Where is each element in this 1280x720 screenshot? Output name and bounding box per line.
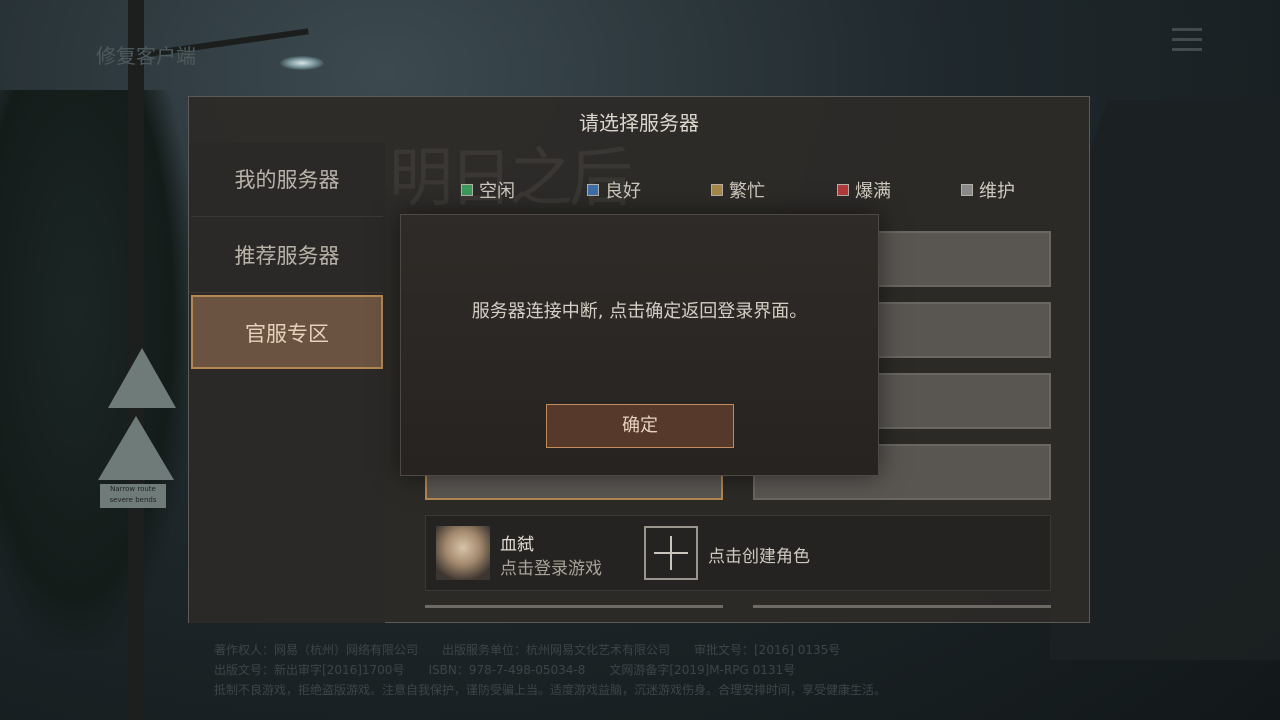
road-sign-plate: Narrow route severe bends	[100, 484, 166, 508]
legend-idle: 空闲	[461, 177, 515, 203]
character-name[interactable]: 血弑	[500, 530, 534, 555]
legend-full: 爆满	[837, 177, 891, 203]
legend-label: 繁忙	[729, 181, 765, 202]
footer-line: 著作权人：网易（杭州）网络有限公司 出版服务单位：杭州网易文化艺术有限公司 审批…	[214, 643, 841, 657]
scrollbar-left[interactable]	[425, 605, 723, 608]
legend-label: 良好	[605, 181, 641, 202]
legend-label: 空闲	[479, 181, 515, 202]
footer-line: 出版文号：新出审字[2016]1700号 ISBN：978-7-498-0503…	[214, 663, 796, 677]
legend-good: 良好	[587, 177, 641, 203]
warning-sign-icon	[108, 348, 176, 408]
legend-maintenance: 维护	[961, 177, 1015, 203]
scrollbar-right[interactable]	[753, 605, 1051, 608]
sidebar-item-my-servers[interactable]: 我的服务器	[191, 143, 383, 217]
sidebar-item-official[interactable]: 官服专区	[191, 295, 383, 369]
menu-icon[interactable]	[1172, 28, 1202, 54]
login-game-hint[interactable]: 点击登录游戏	[500, 554, 602, 579]
deer-crossing-sign-icon	[98, 416, 174, 480]
status-swatch	[461, 184, 473, 196]
fix-client-link[interactable]: 修复客户端	[96, 40, 196, 69]
connection-lost-dialog: 服务器连接中断, 点击确定返回登录界面。 确定	[400, 214, 879, 476]
status-swatch	[711, 184, 723, 196]
license-footer: 著作权人：网易（杭州）网络有限公司 出版服务单位：杭州网易文化艺术有限公司 审批…	[214, 640, 1074, 700]
legend-busy: 繁忙	[711, 177, 765, 203]
legend-label: 爆满	[855, 181, 891, 202]
plus-icon[interactable]	[644, 526, 698, 580]
legend-label: 维护	[979, 181, 1015, 202]
character-strip: 血弑 点击登录游戏 点击创建角色	[425, 515, 1051, 591]
sidebar-item-recommended[interactable]: 推荐服务器	[191, 219, 383, 293]
status-swatch	[837, 184, 849, 196]
panel-title: 请选择服务器	[579, 111, 699, 135]
footer-line: 抵制不良游戏，拒绝盗版游戏。注意自我保护，谨防受骗上当。适度游戏益脑，沉迷游戏伤…	[214, 683, 887, 697]
dialog-message: 服务器连接中断, 点击确定返回登录界面。	[471, 301, 808, 322]
confirm-button[interactable]: 确定	[546, 404, 734, 448]
avatar[interactable]	[436, 526, 490, 580]
status-swatch	[587, 184, 599, 196]
create-character-label[interactable]: 点击创建角色	[708, 542, 810, 567]
street-lamp-light	[280, 56, 324, 70]
server-category-sidebar: 我的服务器 推荐服务器 官服专区	[189, 143, 385, 623]
status-swatch	[961, 184, 973, 196]
watermark-logo: 明日之后	[389, 142, 633, 216]
